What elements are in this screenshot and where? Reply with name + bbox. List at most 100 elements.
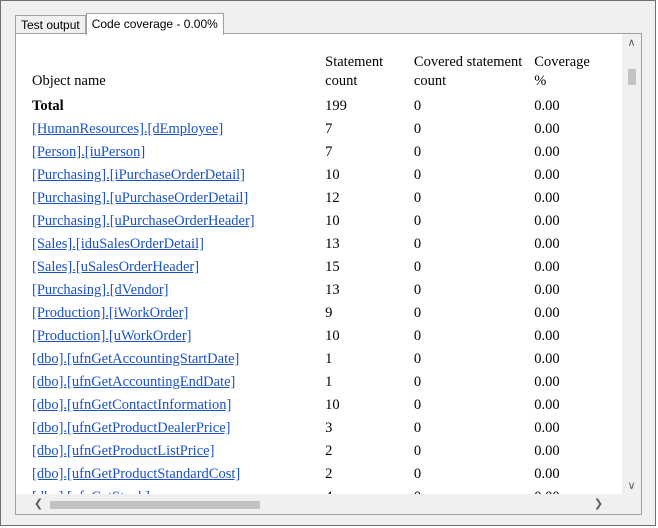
object-name-link[interactable]: [Production].[iWorkOrder] <box>32 305 188 321</box>
table-row: [dbo].[ufnGetProductDealerPrice] 3 0 0.00 <box>32 417 623 440</box>
object-name-link[interactable]: [Purchasing].[dVendor] <box>32 282 169 298</box>
object-name-link[interactable]: [dbo].[ufnGetContactInformation] <box>32 397 231 413</box>
table-row: [Purchasing].[iPurchaseOrderDetail] 10 0 0.… <box>32 164 623 187</box>
tool-window: Test output Code coverage - 0.00% Object… <box>0 0 656 526</box>
vertical-scrollbar[interactable]: ∧ ∨ <box>622 34 641 494</box>
object-name-cell: [dbo].[ufnGetAccountingEndDate] <box>32 371 325 394</box>
statement-count-cell: 10 <box>325 213 340 229</box>
object-name-link[interactable]: [Person].[iuPerson] <box>32 144 145 160</box>
chevron-right-icon[interactable]: ❯ <box>590 494 607 514</box>
object-name-link[interactable]: [dbo].[ufnGetAccountingEndDate] <box>32 374 235 390</box>
coverage-pct-cell: 0.00 <box>534 351 560 367</box>
object-name-link[interactable]: [dbo].[ufnGetProductListPrice] <box>32 443 214 459</box>
object-name-cell: [Sales].[uSalesOrderHeader] <box>32 256 325 279</box>
table-header-row: Object name Statement count Covered state… <box>32 53 623 95</box>
covered-count-cell: 0 <box>413 397 422 413</box>
coverage-pct-cell: 0.00 <box>534 305 560 321</box>
table-row: [dbo].[ufnGetStock]400.00 <box>32 486 623 494</box>
statement-count-cell: 15 <box>325 259 340 275</box>
object-name-cell: [dbo].[ufnGetProductDealerPrice] <box>32 417 325 440</box>
object-name-cell: [dbo].[ufnGetProductListPrice] <box>32 440 325 463</box>
chevron-left-icon[interactable]: ❮ <box>30 494 47 514</box>
table-row: [dbo].[ufnGetAccountingStartDate] 1 0 0.00 <box>32 348 623 371</box>
covered-count-cell: 0 <box>413 190 422 206</box>
covered-count-cell: 0 <box>413 213 422 229</box>
coverage-pct-cell: 0.00 <box>534 374 560 390</box>
object-name-cell: [Sales].[iduSalesOrderDetail] <box>32 233 325 256</box>
header-covered-count: Covered statement count <box>413 54 523 89</box>
header-object-name: Object name <box>32 73 106 89</box>
table-row: [Purchasing].[uPurchaseOrderHeader] 10 0 0.… <box>32 210 623 233</box>
coverage-pct-cell: 0.00 <box>534 282 560 298</box>
table-row: [dbo].[ufnGetProductListPrice] 2 0 0.00 <box>32 440 623 463</box>
object-name-cell: [Person].[iuPerson] <box>32 141 325 164</box>
object-name-link[interactable]: [dbo].[ufnGetProductDealerPrice] <box>32 420 231 436</box>
total-label: Total <box>32 98 64 114</box>
object-name-cell: [HumanResources].[dEmployee] <box>32 118 325 141</box>
covered-count-cell: 0 <box>413 466 422 482</box>
coverage-pct-cell: 0.00 <box>534 144 560 160</box>
statement-count-cell: 7 <box>325 121 333 137</box>
horizontal-scrollbar[interactable]: ❮ ❯ <box>16 494 623 514</box>
covered-count-cell: 0 <box>413 259 422 275</box>
object-name-cell: [Purchasing].[uPurchaseOrderHeader] <box>32 210 325 233</box>
coverage-pct-cell: 0.00 <box>534 397 560 413</box>
statement-count-cell: 2 <box>325 466 333 482</box>
object-name-link[interactable]: [Production].[uWorkOrder] <box>32 328 192 344</box>
vertical-scroll-thumb[interactable] <box>628 69 636 85</box>
coverage-pct-cell: 0.00 <box>534 167 560 183</box>
chevron-down-icon[interactable]: ∨ <box>622 477 641 494</box>
total-covered: 0 <box>413 98 422 114</box>
object-name-link[interactable]: [Purchasing].[uPurchaseOrderHeader] <box>32 213 255 229</box>
total-coverage: 0.00 <box>534 98 560 114</box>
object-name-cell: [Purchasing].[dVendor] <box>32 279 325 302</box>
table-row: [Purchasing].[dVendor] 13 0 0.00 <box>32 279 623 302</box>
coverage-pct-cell: 0.00 <box>534 328 560 344</box>
total-statements: 199 <box>325 98 347 114</box>
table-row: [HumanResources].[dEmployee] 7 0 0.00 <box>32 118 623 141</box>
table-row: [dbo].[ufnGetContactInformation] 10 0 0.00 <box>32 394 623 417</box>
object-name-link[interactable]: [dbo].[ufnGetAccountingStartDate] <box>32 351 239 367</box>
statement-count-cell: 13 <box>325 236 340 252</box>
object-name-link[interactable]: [Sales].[uSalesOrderHeader] <box>32 259 199 275</box>
table-row: [Sales].[iduSalesOrderDetail] 13 0 0.00 <box>32 233 623 256</box>
covered-count-cell: 0 <box>413 374 422 390</box>
covered-count-cell: 0 <box>413 420 422 436</box>
covered-count-cell: 0 <box>413 236 422 252</box>
total-row: Total 199 0 0.00 <box>32 95 623 118</box>
object-name-link[interactable]: [Purchasing].[iPurchaseOrderDetail] <box>32 167 245 183</box>
header-coverage-pct: Coverage% <box>534 54 590 89</box>
chevron-up-icon[interactable]: ∧ <box>622 34 641 51</box>
object-name-link[interactable]: [HumanResources].[dEmployee] <box>32 121 223 137</box>
covered-count-cell: 0 <box>413 144 422 160</box>
coverage-table: Object name Statement count Covered state… <box>32 53 623 494</box>
object-name-cell: [dbo].[ufnGetProductStandardCost] <box>32 463 325 486</box>
horizontal-scroll-thumb[interactable] <box>50 501 260 509</box>
object-name-cell: [Production].[iWorkOrder] <box>32 302 325 325</box>
table-row: [dbo].[ufnGetProductStandardCost] 2 0 0.00 <box>32 463 623 486</box>
object-name-link[interactable]: [Purchasing].[uPurchaseOrderDetail] <box>32 190 248 206</box>
object-name-cell: [dbo].[ufnGetContactInformation] <box>32 394 325 417</box>
coverage-pct-cell: 0.00 <box>534 443 560 459</box>
object-name-cell: [dbo].[ufnGetAccountingStartDate] <box>32 348 325 371</box>
table-row: [dbo].[ufnGetAccountingEndDate] 1 0 0.00 <box>32 371 623 394</box>
table-row: [Production].[uWorkOrder] 10 0 0.00 <box>32 325 623 348</box>
tab-test-output[interactable]: Test output <box>15 15 86 34</box>
object-name-link[interactable]: [dbo].[ufnGetProductStandardCost] <box>32 466 240 482</box>
covered-count-cell: 0 <box>413 328 422 344</box>
object-name-cell: [Production].[uWorkOrder] <box>32 325 325 348</box>
statement-count-cell: 1 <box>325 351 333 367</box>
statement-count-cell: 3 <box>325 420 333 436</box>
statement-count-cell: 12 <box>325 190 340 206</box>
table-row: [Purchasing].[uPurchaseOrderDetail] 12 0 0.… <box>32 187 623 210</box>
object-name-link[interactable]: [Sales].[iduSalesOrderDetail] <box>32 236 204 252</box>
tab-code-coverage[interactable]: Code coverage - 0.00% <box>85 13 224 35</box>
object-name-cell: [Purchasing].[uPurchaseOrderDetail] <box>32 187 325 210</box>
statement-count-cell: 2 <box>325 443 333 459</box>
covered-count-cell: 0 <box>413 121 422 137</box>
object-name-cell: [dbo].[ufnGetStock] <box>32 486 325 494</box>
statement-count-cell: 13 <box>325 282 340 298</box>
statement-count-cell: 1 <box>325 374 333 390</box>
statement-count-cell: 10 <box>325 167 340 183</box>
table-row: [Person].[iuPerson] 7 0 0.00 <box>32 141 623 164</box>
